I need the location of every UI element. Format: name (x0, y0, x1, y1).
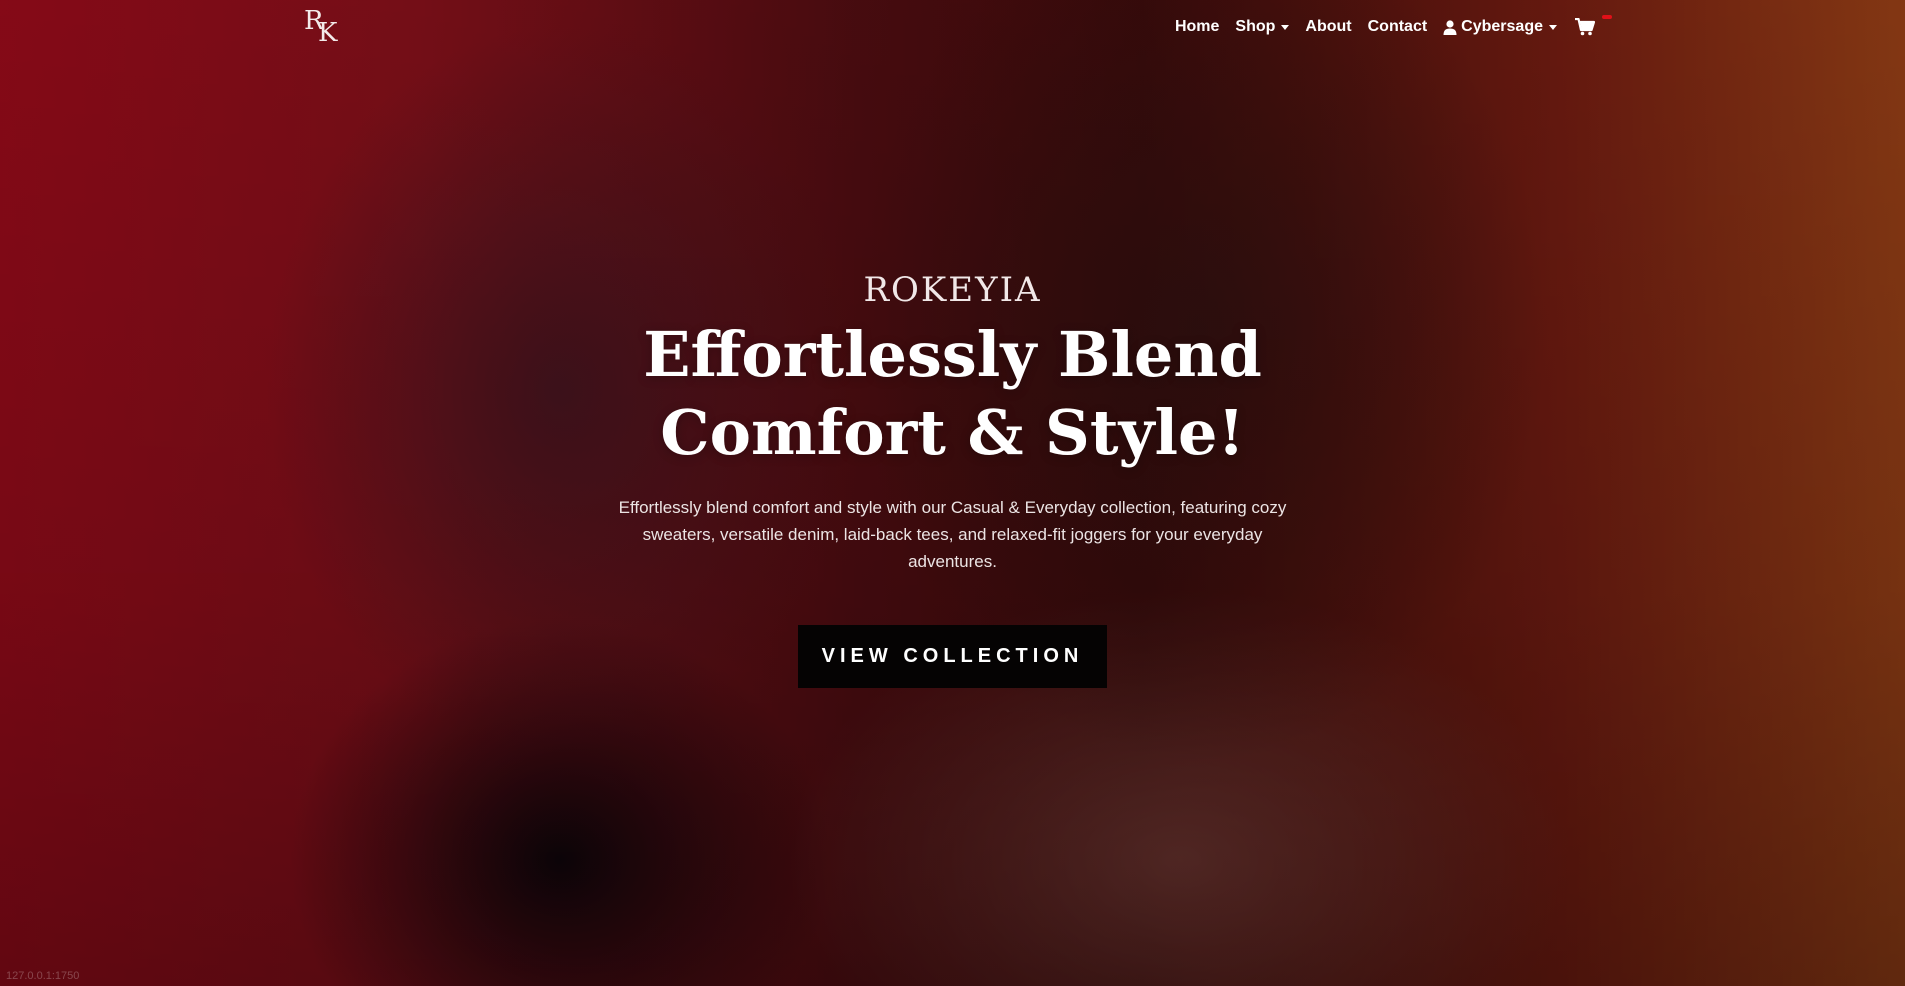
brand-wordmark: ROKEYIA (863, 270, 1042, 310)
hero-headline: Effortlessly Blend Comfort & Style! (0, 316, 1905, 472)
user-icon (1443, 19, 1457, 35)
nav-user-dropdown[interactable]: Cybersage (1435, 18, 1565, 36)
view-collection-button[interactable]: VIEW COLLECTION (798, 625, 1107, 688)
nav-home-link[interactable]: Home (1167, 18, 1227, 36)
navbar: R K Home Shop About Contact Cybersage (0, 0, 1905, 58)
cart-icon (1575, 18, 1595, 36)
nav-user-label: Cybersage (1461, 18, 1543, 35)
cart-button[interactable] (1565, 15, 1612, 36)
nav-shop-label: Shop (1235, 18, 1276, 35)
nav-shop-dropdown[interactable]: Shop (1227, 18, 1297, 36)
hero-content: ROKEYIA Effortlessly Blend Comfort & Sty… (0, 270, 1905, 688)
chevron-down-icon (1281, 24, 1290, 30)
status-url: 127.0.0.1:1750 (6, 970, 80, 982)
hero-description: Effortlessly blend comfort and style wit… (618, 498, 1287, 571)
hero-headline-line-1: Effortlessly Blend (643, 318, 1262, 391)
chevron-down-icon (1549, 24, 1557, 30)
cart-badge (1602, 15, 1612, 19)
nav-contact-link[interactable]: Contact (1360, 18, 1436, 36)
nav-about-link[interactable]: About (1297, 18, 1359, 36)
nav-links: Home Shop About Contact Cybersage (0, 15, 1905, 36)
hero-headline-line-2: Comfort & Style! (660, 396, 1245, 469)
